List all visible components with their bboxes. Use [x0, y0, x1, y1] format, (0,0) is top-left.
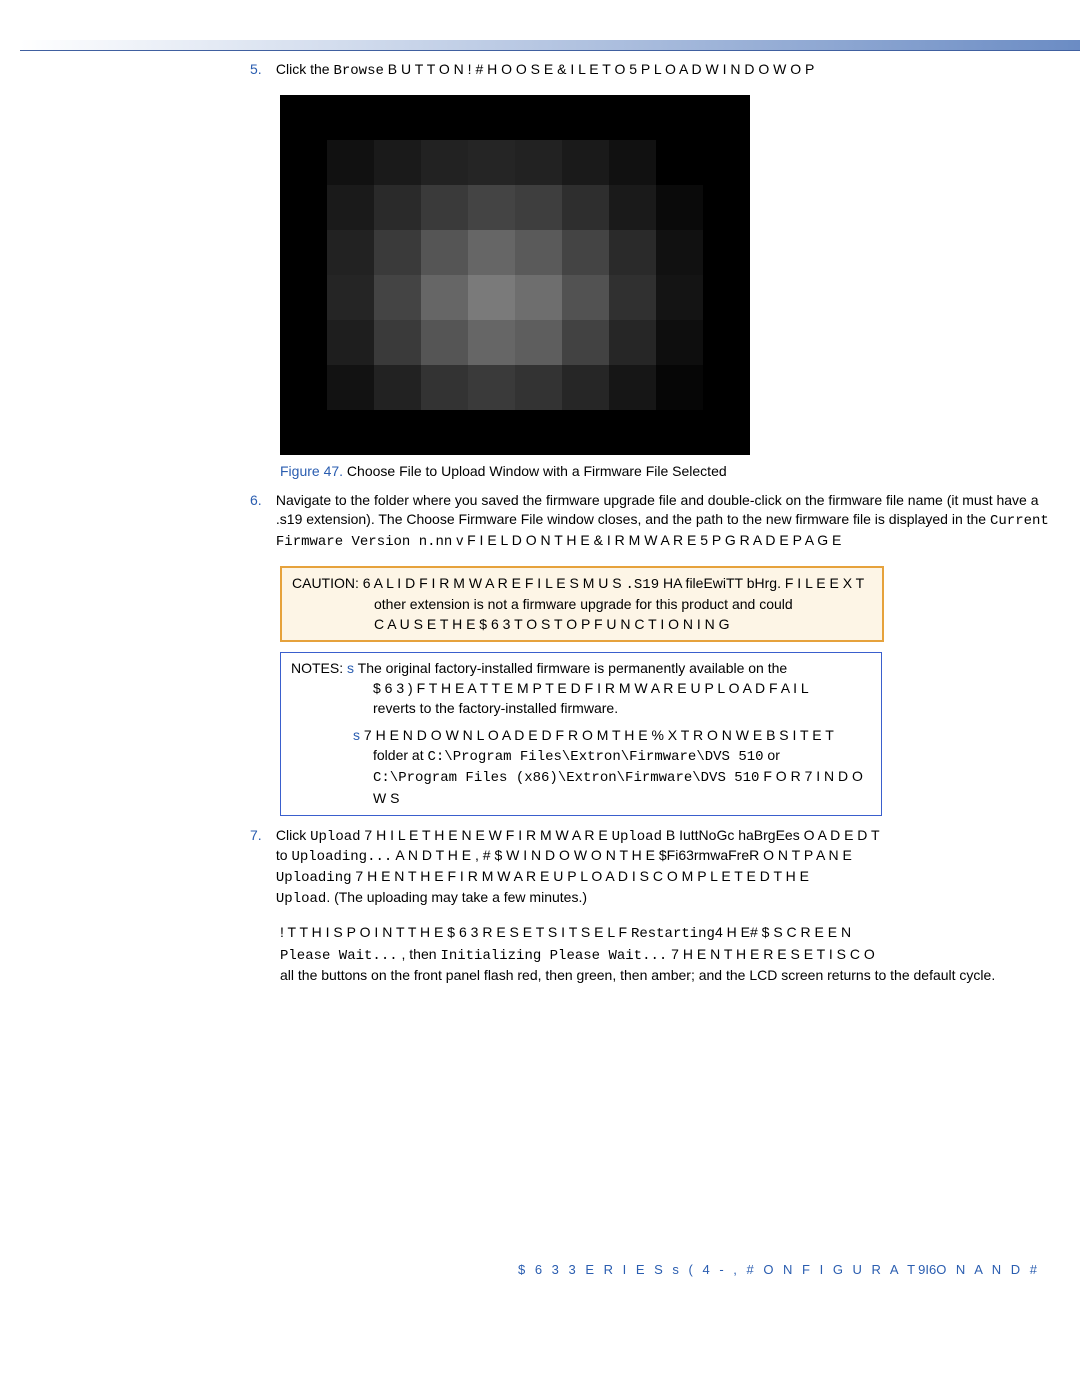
figure-text: Choose File to Upload Window with a Firm… — [343, 463, 727, 479]
notes-line-1: NOTES: s The original factory-installed … — [291, 659, 871, 679]
text: ! T T H I S P O I N T T H E $ 6 3 R E S … — [280, 924, 631, 940]
mono-text: .S19 — [625, 577, 659, 593]
browse-label: Browse — [333, 63, 383, 79]
notes-line-5: folder at C:\Program Files\Extron\Firmwa… — [291, 746, 871, 768]
caution-label: CAUTION: — [292, 575, 359, 591]
step-6: 6. Navigate to the folder where you save… — [250, 491, 1070, 552]
text: Click the — [276, 61, 334, 77]
text: Navigate to the folder where you saved t… — [276, 492, 1039, 527]
figure-label: Figure 47. — [280, 463, 343, 479]
text: 4 H E# $ S C R E E N — [715, 924, 851, 940]
mono-text: Uploading — [276, 870, 352, 886]
bullet-icon: s — [353, 727, 360, 743]
text: A N D T H E , # $ W I N D O W O N T H E … — [392, 847, 852, 863]
notes-box: NOTES: s The original factory-installed … — [280, 652, 882, 815]
caution-line-3: C A U S E T H E $ 6 3 T O S T O P F U N … — [292, 615, 872, 635]
figure-caption: Figure 47. Choose File to Upload Window … — [280, 463, 1070, 479]
text: 6 A L I D F I R M W A R E F I L E S M U … — [359, 575, 626, 591]
text: 7 H E N T H E F I R M W A R E U P L O A … — [352, 868, 809, 884]
text: The original factory-installed firmware … — [358, 660, 788, 676]
text: . (The uploading may take a few minutes.… — [326, 889, 587, 905]
step-number: 6. — [250, 491, 272, 511]
text: Click — [276, 827, 310, 843]
text: HA fileEwiTT bHrg. F I L E E X T — [659, 575, 864, 591]
page-number: 9I6 — [918, 1262, 936, 1277]
text: , then — [398, 946, 441, 962]
text: or — [764, 747, 780, 763]
footer-text-a: $ 6 3 3 E R I E S s ( 4 - , # O N F I G … — [518, 1262, 918, 1277]
mono-text: Initializing Please Wait... — [440, 948, 667, 964]
page: 5. Click the Browse B U T T O N ! # H O … — [0, 0, 1080, 1397]
header-rule — [20, 40, 1080, 51]
mono-text: Upload — [276, 891, 326, 907]
notes-line-2: $ 6 3 ) F T H E A T T E M P T E D F I R … — [291, 679, 871, 699]
mono-text: Upload — [310, 829, 360, 845]
text: v F I E L D O N T H E & I R M W A R E 5 … — [452, 532, 841, 548]
content: 5. Click the Browse B U T T O N ! # H O … — [250, 60, 1070, 986]
notes-line-3: reverts to the factory-installed firmwar… — [291, 699, 871, 719]
text: 7 H E N T H E R E S E T I S C O — [667, 946, 874, 962]
text: B U T T O N ! # H O O S E & I L E T O 5 … — [384, 61, 815, 77]
mono-text: Uploading... — [291, 849, 392, 865]
text: 7 H E N D O W N L O A D E D F R O M T H … — [364, 727, 834, 743]
mono-text: Restarting — [631, 926, 715, 942]
caution-line-1: CAUTION: 6 A L I D F I R M W A R E F I L… — [292, 574, 872, 596]
text: folder at — [373, 747, 427, 763]
mono-text: Upload — [612, 829, 662, 845]
footer-text-b: O N A N D # — [936, 1262, 1040, 1277]
step-text: Click the Browse B U T T O N ! # H O O S… — [276, 60, 1056, 81]
path: C:\Program Files\Extron\Firmware\DVS 510 — [427, 749, 763, 765]
step-text: Click Upload 7 H I L E T H E N E W F I R… — [276, 826, 1056, 910]
bullet-icon: s — [347, 660, 354, 676]
step-number: 5. — [250, 60, 272, 80]
text: 7 H I L E T H E N E W F I R M W A R E — [361, 827, 612, 843]
notes-label: NOTES: — [291, 660, 343, 676]
step-text: Navigate to the folder where you saved t… — [276, 491, 1056, 552]
screenshot-placeholder — [280, 95, 750, 455]
text: B IuttNoGc haBrgEes O A D E D T — [662, 827, 880, 843]
caution-box: CAUTION: 6 A L I D F I R M W A R E F I L… — [280, 566, 884, 643]
path: C:\Program Files (x86)\Extron\Firmware\D… — [373, 770, 759, 786]
text: to — [276, 847, 292, 863]
mono-text: Please Wait... — [280, 948, 398, 964]
caution-line-2: other extension is not a firmware upgrad… — [292, 595, 872, 615]
notes-line-6: C:\Program Files (x86)\Extron\Firmware\D… — [291, 767, 871, 808]
step-5: 5. Click the Browse B U T T O N ! # H O … — [250, 60, 1070, 81]
page-footer: $ 6 3 3 E R I E S s ( 4 - , # O N F I G … — [518, 1262, 1040, 1277]
notes-line-4: s 7 H E N D O W N L O A D E D F R O M T … — [291, 726, 871, 746]
step-number: 7. — [250, 826, 272, 846]
reset-paragraph: ! T T H I S P O I N T T H E $ 6 3 R E S … — [280, 923, 1060, 986]
step-7: 7. Click Upload 7 H I L E T H E N E W F … — [250, 826, 1070, 910]
text: all the buttons on the front panel flash… — [280, 967, 995, 983]
